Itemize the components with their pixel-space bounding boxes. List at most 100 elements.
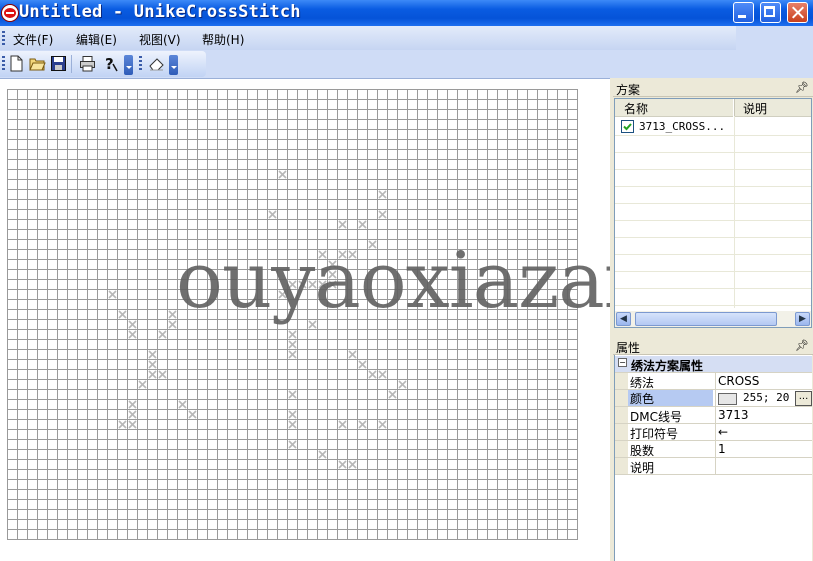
maximize-button[interactable] — [760, 2, 781, 23]
property-name: 说明 — [630, 461, 655, 475]
column-header-name[interactable]: 名称 — [615, 99, 733, 117]
cross-stitch[interactable] — [288, 420, 297, 429]
cross-stitch[interactable] — [288, 330, 297, 339]
open-folder-icon[interactable] — [29, 55, 46, 72]
cross-stitch[interactable] — [118, 310, 127, 319]
property-row[interactable]: 说明 — [615, 458, 812, 475]
cross-stitch[interactable] — [368, 370, 377, 379]
column-header-name-label: 名称 — [624, 102, 649, 116]
cross-stitch[interactable] — [378, 420, 387, 429]
save-icon[interactable] — [50, 55, 67, 72]
cross-stitch[interactable] — [148, 360, 157, 369]
minimize-button[interactable] — [733, 2, 754, 23]
cross-stitch[interactable] — [398, 380, 407, 389]
list-item[interactable]: 3713_CROSS... — [615, 118, 811, 135]
ellipsis-button[interactable]: ... — [795, 391, 812, 406]
property-gutter — [615, 373, 628, 389]
checkbox-checked-icon[interactable] — [621, 120, 634, 133]
cross-stitch[interactable] — [268, 210, 277, 219]
cross-stitch[interactable] — [388, 390, 397, 399]
cross-stitch[interactable] — [188, 410, 197, 419]
cross-stitch[interactable] — [288, 410, 297, 419]
cross-stitch[interactable] — [178, 400, 187, 409]
scheme-name: 3713_CROSS... — [639, 120, 726, 133]
cross-stitch[interactable] — [318, 450, 327, 459]
property-gutter — [615, 458, 628, 474]
menu-edit[interactable]: 编辑(E) — [76, 31, 117, 48]
scroll-right-icon[interactable]: ▶ — [795, 312, 810, 326]
cross-stitch[interactable] — [358, 420, 367, 429]
menu-file[interactable]: 文件(F) — [13, 31, 53, 48]
cross-stitch[interactable] — [338, 220, 347, 229]
cross-stitch[interactable] — [358, 220, 367, 229]
property-category[interactable]: − 绣法方案属性 — [615, 356, 812, 373]
property-panel-title: 属性 — [616, 341, 641, 355]
cross-stitch[interactable] — [378, 370, 387, 379]
horizontal-scrollbar[interactable]: ◀ ▶ — [615, 311, 811, 327]
cross-stitch[interactable] — [128, 330, 137, 339]
collapse-icon[interactable]: − — [618, 358, 627, 367]
property-value[interactable]: 255; 20 — [743, 391, 789, 404]
list-row-line — [615, 254, 811, 255]
property-value[interactable]: 3713 — [718, 408, 749, 422]
cross-stitch[interactable] — [158, 370, 167, 379]
property-row[interactable]: 打印符号 ← — [615, 424, 812, 441]
property-row[interactable]: 绣法 CROSS — [615, 373, 812, 390]
close-button[interactable] — [787, 2, 808, 23]
cross-stitch[interactable] — [168, 310, 177, 319]
toolbar-grip[interactable] — [2, 56, 5, 72]
property-value[interactable]: CROSS — [718, 374, 759, 388]
list-row-line — [615, 237, 811, 238]
property-row[interactable]: 颜色 255; 20... — [615, 390, 812, 407]
cross-stitch[interactable] — [148, 370, 157, 379]
cross-stitch[interactable] — [338, 460, 347, 469]
scrollbar-thumb[interactable] — [635, 312, 777, 326]
cross-stitch[interactable] — [108, 290, 117, 299]
cross-stitch[interactable] — [348, 460, 357, 469]
cross-stitch[interactable] — [288, 440, 297, 449]
column-header-note[interactable]: 说明 — [734, 99, 811, 117]
cross-stitch[interactable] — [278, 170, 287, 179]
cross-stitch[interactable] — [288, 390, 297, 399]
app-icon[interactable] — [1, 4, 19, 22]
column-header-note-label: 说明 — [743, 102, 768, 116]
cross-stitch[interactable] — [128, 320, 137, 329]
menu-bar-grip[interactable] — [2, 31, 5, 45]
menu-view[interactable]: 视图(V) — [139, 31, 181, 48]
cross-stitch[interactable] — [358, 360, 367, 369]
cross-stitch[interactable] — [378, 210, 387, 219]
cross-stitch[interactable] — [288, 340, 297, 349]
property-row[interactable]: 股数 1 — [615, 441, 812, 458]
property-value[interactable]: ← — [718, 425, 728, 439]
cross-stitch[interactable] — [158, 330, 167, 339]
scheme-panel-header: 方案 📌︎ — [613, 80, 813, 97]
cross-stitch[interactable] — [338, 420, 347, 429]
new-file-icon[interactable] — [8, 55, 25, 72]
cross-stitch[interactable] — [128, 420, 137, 429]
cross-stitch[interactable] — [138, 380, 147, 389]
cross-stitch[interactable] — [348, 350, 357, 359]
scroll-left-icon[interactable]: ◀ — [616, 312, 631, 326]
pin-icon[interactable]: 📌︎ — [795, 339, 809, 352]
property-value[interactable]: 1 — [718, 442, 726, 456]
print-icon[interactable] — [79, 55, 96, 72]
cross-stitch[interactable] — [378, 190, 387, 199]
cross-stitch[interactable] — [288, 350, 297, 359]
cross-stitch[interactable] — [128, 410, 137, 419]
scheme-list[interactable]: 名称 说明 3713_CROSS... ◀ ▶ — [614, 98, 812, 328]
property-row[interactable]: DMC线号 3713 — [615, 407, 812, 424]
eraser-icon[interactable] — [148, 55, 165, 72]
cross-stitch[interactable] — [128, 400, 137, 409]
toolbar2-grip[interactable] — [139, 56, 142, 72]
list-row-line — [615, 186, 811, 187]
cross-stitch[interactable] — [168, 320, 177, 329]
help-icon[interactable]: ? — [101, 55, 118, 72]
toolbar2-overflow-dropdown[interactable] — [169, 55, 178, 75]
property-gutter — [615, 441, 628, 457]
pin-icon[interactable]: 📌︎ — [795, 81, 809, 94]
cross-stitch[interactable] — [118, 420, 127, 429]
toolbar-overflow-dropdown[interactable] — [124, 55, 133, 75]
cross-stitch[interactable] — [148, 350, 157, 359]
property-divider — [715, 424, 716, 440]
menu-help[interactable]: 帮助(H) — [202, 31, 244, 48]
